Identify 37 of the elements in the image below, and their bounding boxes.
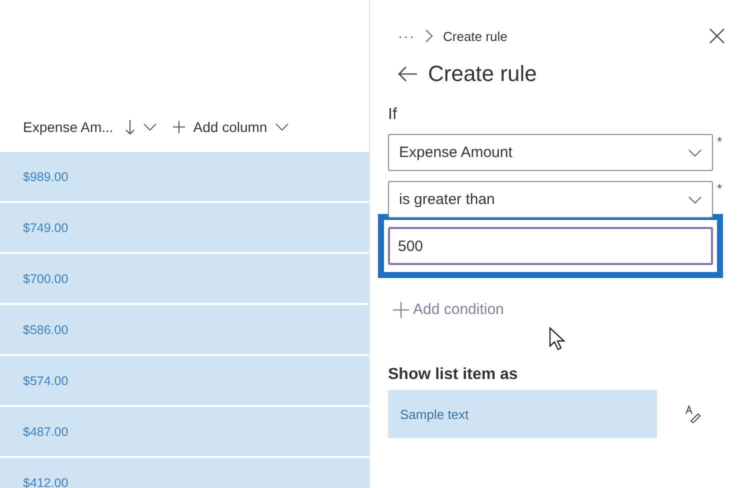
- format-edit-button[interactable]: [685, 405, 701, 423]
- list-row[interactable]: $700.00: [0, 254, 369, 303]
- mouse-pointer-icon: [549, 327, 566, 351]
- amount-link[interactable]: $487.00: [23, 424, 68, 438]
- list-row[interactable]: $412.00: [0, 458, 369, 488]
- close-button[interactable]: [709, 28, 725, 44]
- required-mark: *: [717, 134, 722, 149]
- amount-link[interactable]: $700.00: [23, 272, 68, 286]
- amount-link[interactable]: $749.00: [23, 220, 68, 234]
- add-condition-button[interactable]: Add condition: [393, 301, 504, 318]
- panel-title: Create rule: [428, 61, 537, 87]
- column-header[interactable]: Expense Am...: [23, 119, 158, 135]
- section-heading: Show list item as: [388, 366, 519, 384]
- value-input[interactable]: 500: [388, 227, 713, 265]
- amount-link[interactable]: $586.00: [23, 322, 68, 336]
- amount-link[interactable]: $989.00: [23, 170, 68, 184]
- more-button[interactable]: ···: [398, 28, 415, 44]
- list-row[interactable]: $574.00: [0, 356, 369, 405]
- list-row[interactable]: $749.00: [0, 203, 369, 252]
- chevron-down-icon: [688, 148, 702, 156]
- chevron-right-icon: [425, 29, 433, 43]
- column-header[interactable]: Add column: [173, 119, 290, 135]
- back-button[interactable]: [398, 66, 418, 82]
- list-row[interactable]: $487.00: [0, 407, 369, 456]
- if-label: If: [388, 106, 398, 124]
- condition-dropdown[interactable]: Expense Amount: [388, 134, 713, 171]
- amount-link[interactable]: $412.00: [23, 476, 68, 488]
- amount-link[interactable]: $574.00: [23, 374, 68, 388]
- plus-icon: [393, 302, 409, 318]
- sample-preview: Sample text: [388, 390, 657, 438]
- required-mark: *: [717, 181, 722, 196]
- chevron-down-icon: [688, 196, 702, 204]
- list-row[interactable]: $989.00: [0, 152, 369, 201]
- condition-dropdown[interactable]: is greater than: [388, 181, 713, 218]
- breadcrumb-item[interactable]: Create rule: [443, 28, 508, 44]
- list-row[interactable]: $586.00: [0, 305, 369, 354]
- plus-icon: [173, 121, 186, 133]
